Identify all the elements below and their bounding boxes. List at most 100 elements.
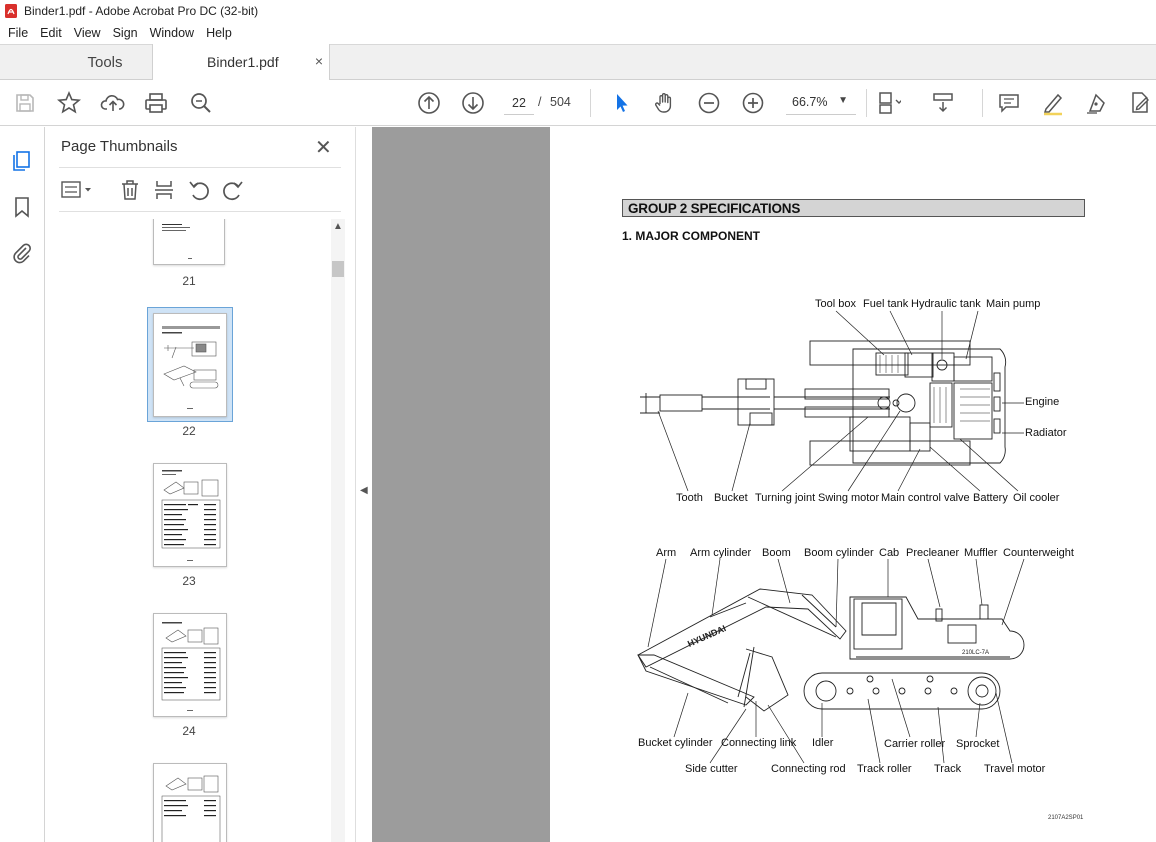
chevron-down-icon: ▼: [838, 95, 848, 106]
tab-document-label: Binder1.pdf: [207, 54, 279, 70]
zoom-search-icon[interactable]: [188, 90, 214, 116]
figure-code: 2107A2SP01: [1048, 815, 1084, 821]
zoom-level-select[interactable]: 66.7% ▼: [786, 91, 856, 115]
page-thumbnails-icon[interactable]: [10, 149, 34, 173]
toolbar-divider: [982, 89, 983, 117]
scroll-up-icon[interactable]: ▲: [333, 221, 343, 232]
side-view-leader-lines: [647, 558, 1025, 764]
thumbnail-page[interactable]: [153, 463, 227, 567]
navigation-rail: [0, 127, 45, 842]
label-track-roller: Track roller: [857, 763, 912, 775]
bookmarks-icon[interactable]: [10, 195, 34, 219]
zoom-in-icon[interactable]: [740, 90, 766, 116]
page-number-input[interactable]: [504, 91, 534, 115]
window-title: Binder1.pdf - Adobe Acrobat Pro DC (32-b…: [24, 4, 259, 18]
tab-tools[interactable]: Tools: [58, 45, 152, 80]
zoom-value: 66.7%: [792, 95, 828, 109]
title-bar: Binder1.pdf - Adobe Acrobat Pro DC (32-b…: [0, 0, 1156, 22]
label-idler: Idler: [812, 737, 834, 749]
top-view-drawing: [640, 340, 1007, 466]
panel-title: Page Thumbnails: [61, 138, 178, 155]
highlight-pen-icon[interactable]: [1040, 90, 1066, 116]
thumbnail-label: 21: [182, 274, 196, 288]
divider: [59, 167, 341, 168]
bookmark-star-icon[interactable]: [56, 90, 82, 116]
print-icon[interactable]: [143, 90, 169, 116]
label-travel-motor: Travel motor: [984, 763, 1046, 775]
divider: [59, 211, 341, 212]
document-viewer: GROUP 2 SPECIFICATIONS 1. MAJOR COMPONEN…: [372, 127, 1156, 842]
panel-splitter[interactable]: ◀: [355, 127, 372, 842]
page-total: 504: [550, 95, 571, 109]
main-toolbar: / 504 66.7% ▼: [0, 80, 1156, 126]
excavator-model: 210LC-7A: [962, 650, 989, 656]
label-main-control-valve: Main control valve: [881, 492, 970, 504]
hand-tool-icon[interactable]: [652, 90, 678, 116]
tab-close-icon[interactable]: ×: [315, 53, 323, 69]
collapse-panel-icon[interactable]: ◀: [360, 485, 368, 496]
label-arm-cylinder: Arm cylinder: [690, 547, 752, 559]
previous-page-icon[interactable]: [416, 90, 442, 116]
label-side-cutter: Side cutter: [685, 763, 738, 775]
close-panel-icon[interactable]: ✕: [315, 135, 332, 160]
scrollbar-thumb[interactable]: [332, 261, 344, 277]
thumbnail-list: 21 22 23 24: [59, 219, 329, 842]
thumbnail-scrollbar[interactable]: ▲: [331, 219, 345, 842]
sign-pen-icon[interactable]: [1084, 90, 1110, 116]
menu-view[interactable]: View: [68, 26, 107, 40]
rotate-clockwise-icon[interactable]: [221, 178, 245, 202]
menu-edit[interactable]: Edit: [34, 26, 68, 40]
thumbnail-page[interactable]: [153, 763, 227, 842]
thumbnail-page-selected[interactable]: [153, 313, 227, 417]
label-track: Track: [934, 763, 962, 775]
comment-icon[interactable]: [996, 90, 1022, 116]
menu-help[interactable]: Help: [200, 26, 238, 40]
label-bucket: Bucket: [714, 492, 748, 504]
toolbar-divider: [866, 89, 867, 117]
excavator-diagram: HYUNDAI 210LC-7A: [637, 310, 1025, 764]
cloud-upload-icon[interactable]: [100, 90, 126, 116]
options-menu-icon[interactable]: [61, 179, 95, 201]
zoom-out-icon[interactable]: [696, 90, 722, 116]
menu-sign[interactable]: Sign: [107, 26, 144, 40]
menu-window[interactable]: Window: [144, 26, 200, 40]
thumbnail-preview: [161, 622, 221, 711]
thumbnail-label: 22: [182, 424, 196, 438]
tab-bar: Tools Binder1.pdf ×: [0, 44, 1156, 81]
thumbnail-label: 23: [182, 574, 196, 588]
thumbnail-page[interactable]: [153, 613, 227, 717]
save-icon[interactable]: [12, 90, 38, 116]
excavator-brand: HYUNDAI: [686, 623, 728, 649]
rotate-counterclockwise-icon[interactable]: [187, 178, 211, 202]
insert-page-icon[interactable]: [153, 178, 175, 202]
page-display-icon[interactable]: [875, 90, 903, 116]
page-thumbnails-panel: Page Thumbnails ✕ 21 22 23 24 ▲: [45, 127, 355, 842]
select-cursor-icon[interactable]: [608, 90, 634, 116]
menu-bar: File Edit View Sign Window Help: [0, 22, 1156, 44]
top-view-leader-lines: [657, 310, 1024, 492]
attachments-icon[interactable]: [10, 241, 34, 265]
delete-page-icon[interactable]: [119, 178, 141, 202]
label-connecting-rod: Connecting rod: [771, 763, 846, 775]
edit-pdf-icon[interactable]: [1127, 90, 1153, 116]
toolbar-divider: [590, 89, 591, 117]
label-carrier-roller: Carrier roller: [884, 738, 946, 750]
scroll-mode-icon[interactable]: [930, 90, 956, 116]
menu-file[interactable]: File: [2, 26, 34, 40]
label-bucket-cylinder: Bucket cylinder: [638, 737, 713, 749]
label-arm: Arm: [656, 547, 677, 559]
tab-document[interactable]: Binder1.pdf ×: [152, 44, 330, 81]
label-engine: Engine: [1025, 396, 1060, 408]
label-precleaner: Precleaner: [906, 547, 960, 559]
label-tooth: Tooth: [676, 492, 703, 504]
label-radiator: Radiator: [1025, 427, 1067, 439]
acrobat-logo-icon: [5, 4, 17, 18]
label-cab: Cab: [879, 547, 900, 559]
thumbnail-page[interactable]: [153, 219, 225, 265]
thumbnail-toolbar: [59, 173, 341, 207]
label-counterweight: Counterweight: [1003, 547, 1074, 559]
thumbnail-preview: [162, 326, 220, 409]
thumbnail-preview: [161, 470, 221, 561]
thumbnail-label: 24: [182, 724, 196, 738]
next-page-icon[interactable]: [460, 90, 486, 116]
